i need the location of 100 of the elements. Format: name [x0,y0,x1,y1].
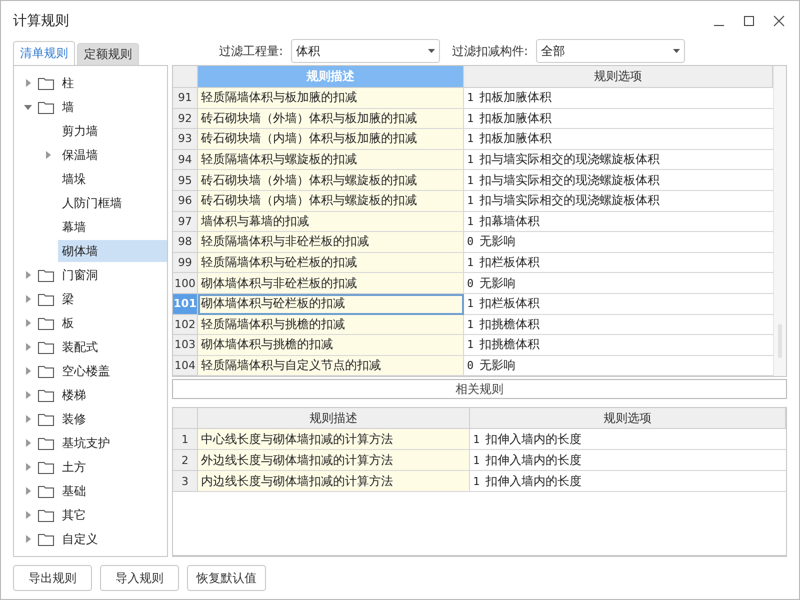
tree-item[interactable]: 自定义 [58,528,102,550]
column-header[interactable]: 规则选项 [470,408,786,430]
tree-item[interactable]: 土方 [58,456,90,478]
caret-icon[interactable] [24,103,32,111]
caret-icon[interactable] [24,319,32,327]
caret-icon[interactable] [24,463,32,471]
row-number: 99 [173,252,198,274]
table-cell[interactable]: 砖石砌块墙（内墙）体积与螺旋板的扣减 [198,190,464,212]
row-number: 94 [173,150,198,170]
caret-icon[interactable] [24,415,32,423]
row-number: 95 [173,170,198,191]
dropdown-arrow-icon [673,49,680,53]
filter-dropdown[interactable]: 全部 [536,39,686,63]
table-cell[interactable]: 0 无影响 [464,356,773,376]
row-number: 98 [173,232,198,253]
table-cell[interactable]: 砌体墙体积与砼栏板的扣减 [198,294,464,315]
tree-item[interactable]: 装配式 [58,336,102,358]
caret-icon[interactable] [44,151,52,159]
table-cell[interactable]: 轻质隔墙体积与非砼栏板的扣减 [198,232,464,253]
action-button[interactable]: 导出规则 [13,565,92,591]
folder-icon [38,364,54,378]
close-icon[interactable] [771,13,787,29]
table-cell[interactable]: 砖石砌块墙（外墙）体积与螺旋板的扣减 [198,170,464,191]
caret-icon[interactable] [24,367,32,375]
table-cell[interactable]: 轻质隔墙体积与自定义节点的扣减 [198,356,464,376]
caret-icon[interactable] [24,295,32,303]
tree-item[interactable]: 墙 [58,96,78,118]
tab[interactable]: 定额规则 [77,43,139,65]
table-cell[interactable]: 砌体墙体积与非砼栏板的扣减 [198,273,464,294]
tree-item[interactable]: 空心楼盖 [58,360,114,382]
table-cell[interactable]: 砌体墙体积与挑檐的扣减 [198,335,464,356]
caret-icon[interactable] [24,511,32,519]
table-cell[interactable]: 1 扣板加腋体积 [464,88,773,109]
tree-item[interactable]: 基坑支护 [58,432,114,454]
tree-item[interactable]: 楼梯 [58,384,90,406]
table-cell[interactable]: 墙体积与幕墙的扣减 [198,212,464,232]
column-header[interactable]: 规则选项 [464,66,773,88]
caret-icon[interactable] [24,343,32,351]
tab[interactable]: 清单规则 [13,41,75,65]
table-cell[interactable]: 1 扣伸入墙内的长度 [470,429,786,450]
tree-item[interactable]: 梁 [58,288,78,310]
table-cell[interactable]: 1 扣与墙实际相交的现浇螺旋板体积 [464,190,773,212]
caret-icon[interactable] [24,487,32,495]
maximize-icon[interactable] [741,13,757,29]
column-header[interactable]: 规则描述 [198,408,470,430]
table-cell[interactable]: 1 扣板加腋体积 [464,108,773,130]
table-cell[interactable]: 1 扣与墙实际相交的现浇螺旋板体积 [464,150,773,170]
table-cell[interactable]: 轻质隔墙体积与螺旋板的扣减 [198,150,464,170]
table-cell[interactable]: 外边线长度与砌体墙扣减的计算方法 [198,450,470,472]
tree-item[interactable]: 剪力墙 [58,120,102,142]
table-cell[interactable]: 1 扣栏板体积 [464,294,773,315]
tree-item[interactable]: 柱 [58,72,78,94]
table-cell[interactable]: 1 扣幕墙体积 [464,212,773,232]
folder-icon [38,460,54,474]
table-cell[interactable]: 1 扣挑檐体积 [464,335,773,356]
caret-icon[interactable] [24,391,32,399]
tree-item[interactable]: 门窗洞 [58,264,102,286]
action-button[interactable]: 恢复默认值 [187,565,266,591]
table-cell[interactable]: 1 扣挑檐体积 [464,314,773,336]
row-number: 2 [173,450,198,472]
table-cell[interactable]: 1 扣伸入墙内的长度 [470,450,786,472]
tree-item[interactable]: 板 [58,312,78,334]
tree-item[interactable]: 装修 [58,408,90,430]
filter-dropdown[interactable]: 体积 [291,39,440,63]
table-cell[interactable]: 内边线长度与砌体墙扣减的计算方法 [198,471,470,492]
row-number: 96 [173,190,198,212]
table-cell[interactable]: 1 扣伸入墙内的长度 [470,471,786,492]
table-cell[interactable]: 1 扣栏板体积 [464,252,773,274]
table-cell[interactable]: 轻质隔墙体积与板加腋的扣减 [198,88,464,109]
folder-icon [38,412,54,426]
dropdown-arrow-icon [428,49,436,53]
table-cell[interactable]: 砖石砌块墙（内墙）体积与板加腋的扣减 [198,129,464,150]
caret-icon[interactable] [24,535,32,543]
action-button[interactable]: 导入规则 [100,565,179,591]
tree-item[interactable]: 其它 [58,504,90,526]
tree-item[interactable]: 幕墙 [58,216,90,238]
table-cell[interactable]: 轻质隔墙体积与砼栏板的扣减 [198,252,464,274]
tree-item[interactable]: 墙垛 [58,168,90,190]
table-cell[interactable]: 砖石砌块墙（外墙）体积与板加腋的扣减 [198,108,464,130]
row-number: 93 [173,129,198,150]
tree-item[interactable]: 砌体墙 [58,240,167,262]
tree-item[interactable]: 人防门框墙 [58,192,126,214]
tree-item[interactable]: 基础 [58,480,90,502]
row-number: 91 [173,88,198,109]
tree-item[interactable]: 保温墙 [58,144,102,166]
table-cell[interactable]: 轻质隔墙体积与挑檐的扣减 [198,314,464,336]
table-cell[interactable]: 1 扣板加腋体积 [464,129,773,150]
caret-icon[interactable] [24,439,32,447]
folder-icon [38,436,54,450]
row-number: 1 [173,429,198,450]
caret-icon[interactable] [24,79,32,87]
table-cell[interactable]: 0 无影响 [464,273,773,294]
folder-icon [38,508,54,522]
folder-icon [38,316,54,330]
section-header: 相关规则 [172,379,787,400]
caret-icon[interactable] [24,271,32,279]
scrollbar[interactable] [773,66,786,376]
table-cell[interactable]: 1 扣与墙实际相交的现浇螺旋板体积 [464,170,773,191]
table-cell[interactable]: 0 无影响 [464,232,773,253]
table-cell[interactable]: 中心线长度与砌体墙扣减的计算方法 [198,429,470,450]
